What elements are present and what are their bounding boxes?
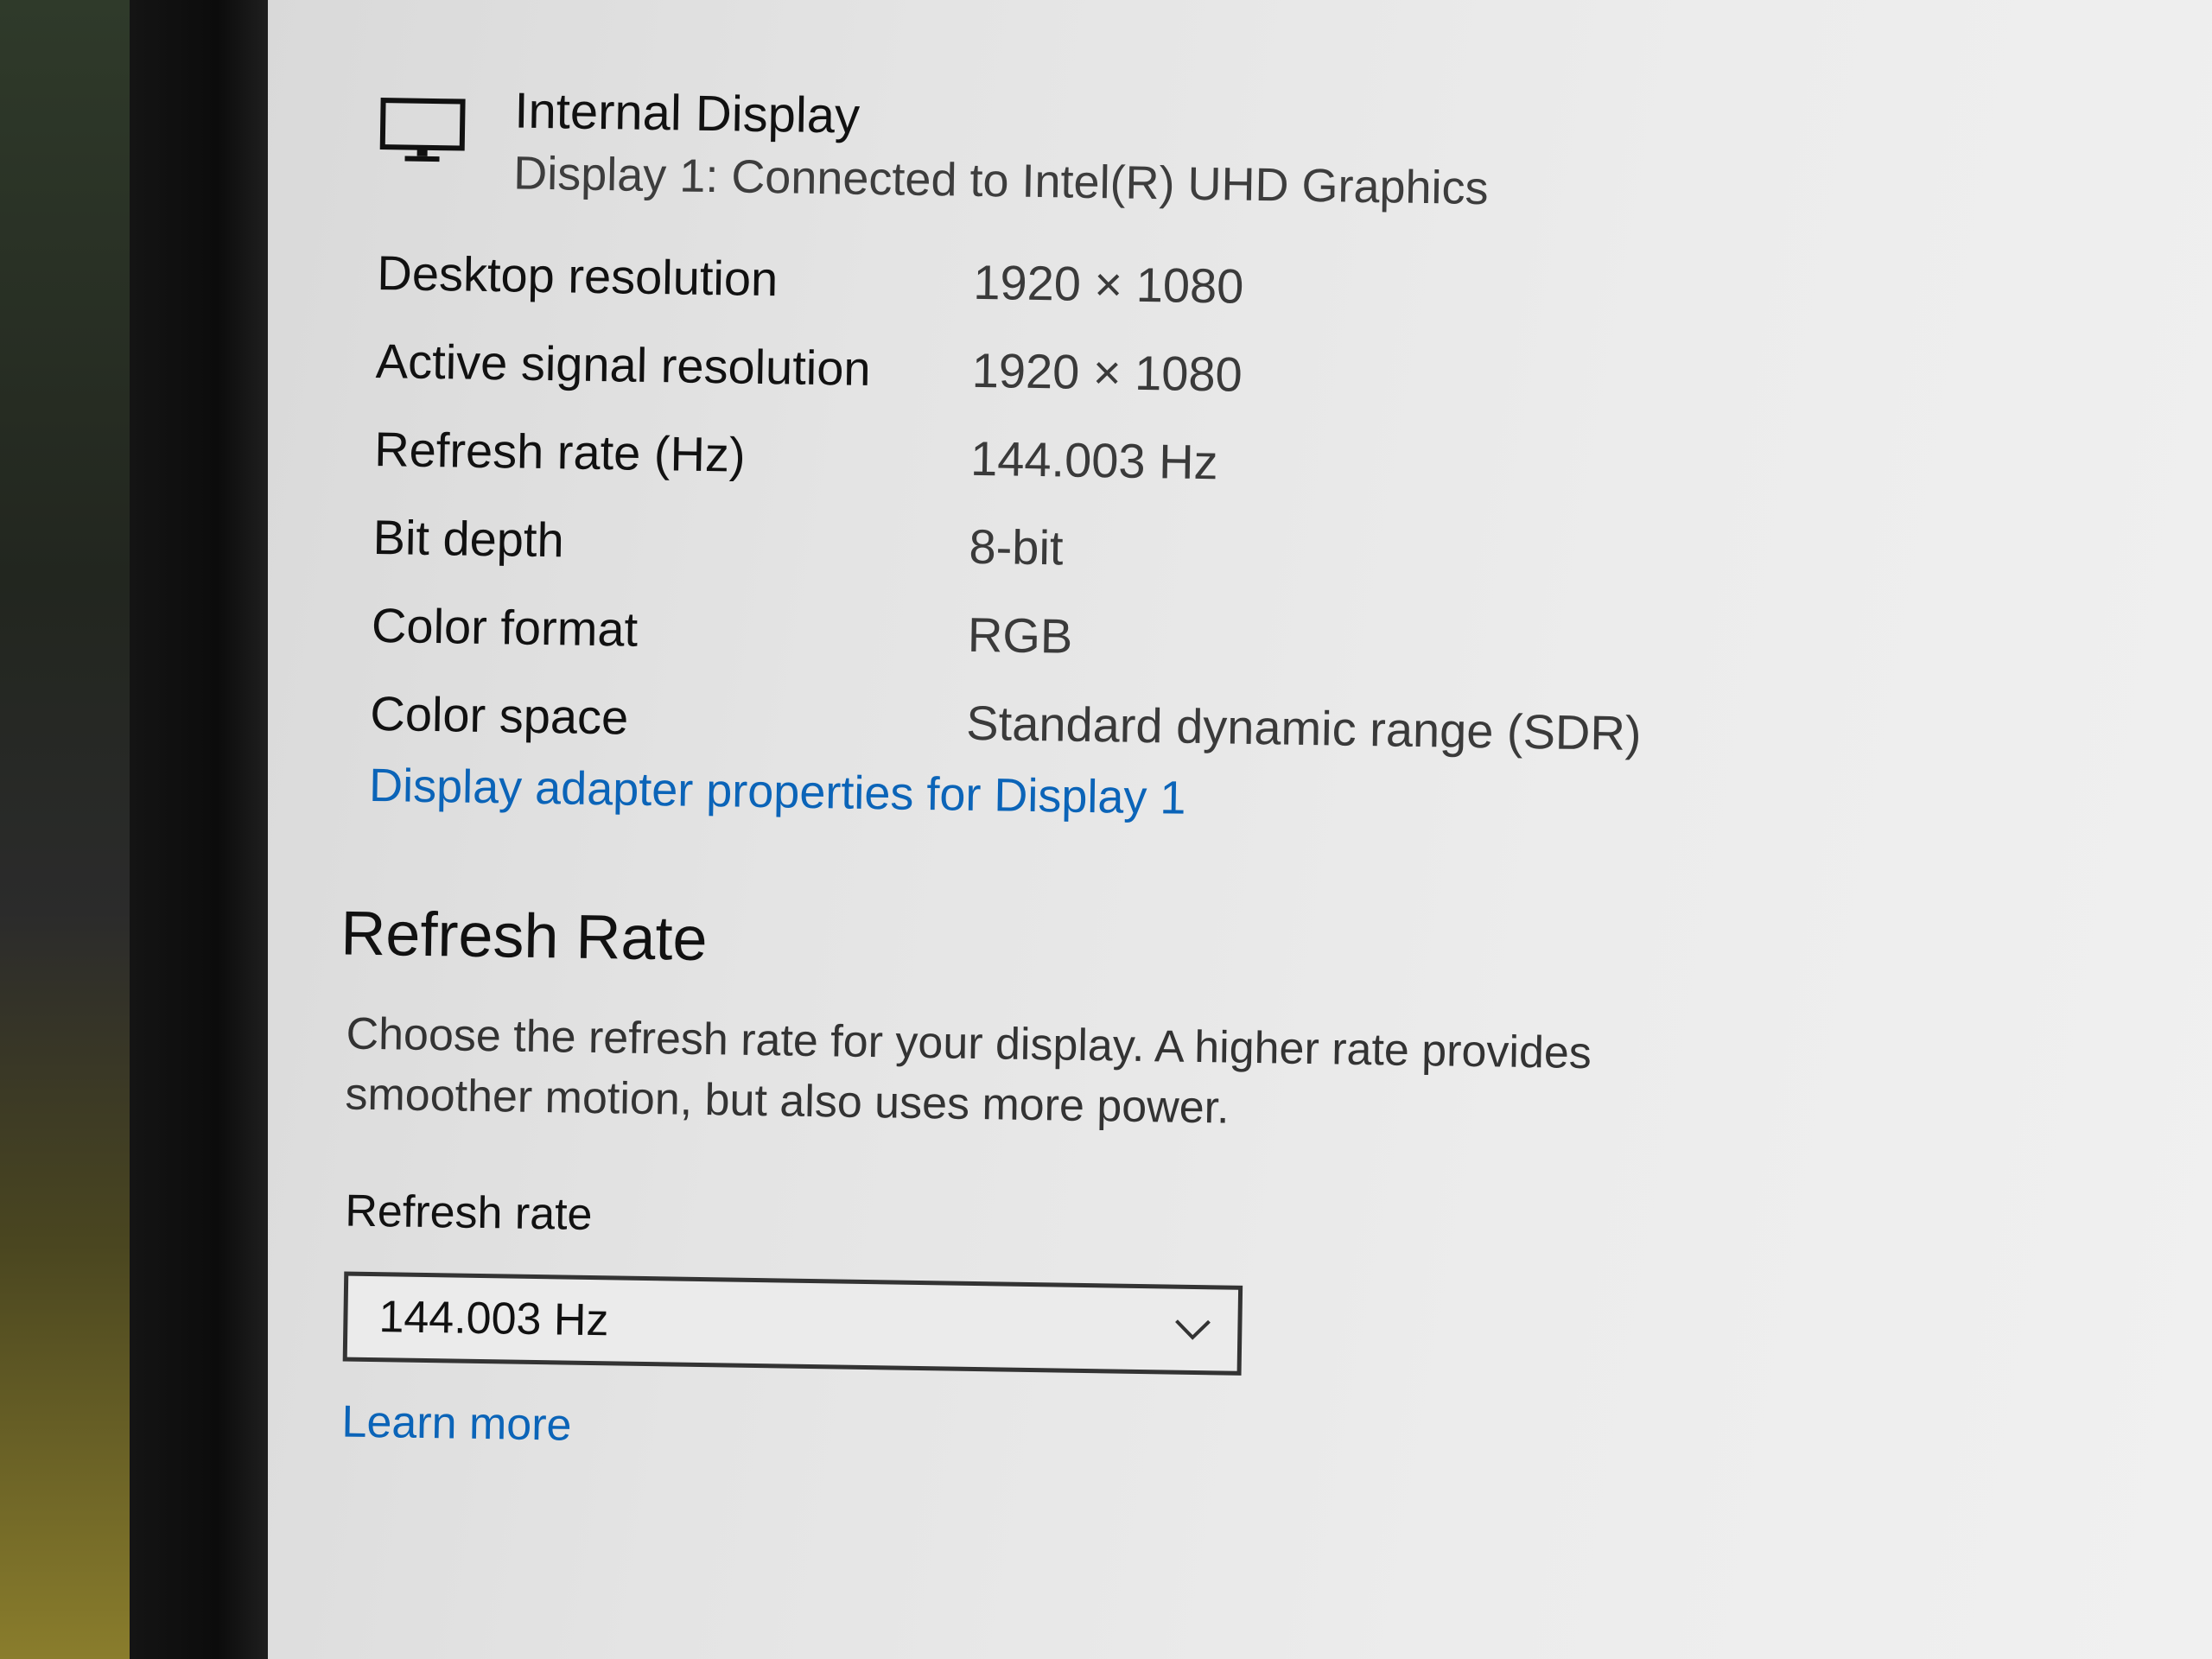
display-header: Internal Display Display 1: Connected to… (378, 78, 2022, 228)
property-label: Color format (371, 597, 639, 657)
refresh-rate-heading: Refresh Rate (340, 899, 709, 975)
property-value: 8-bit (969, 518, 1064, 575)
property-label: Refresh rate (Hz) (373, 421, 747, 482)
property-value: 1920 × 1080 (972, 254, 1244, 314)
chevron-down-icon (1175, 1319, 1211, 1340)
display-properties: Desktop resolution 1920 × 1080 Active si… (370, 228, 2019, 783)
property-label: Desktop resolution (376, 245, 779, 306)
monitor-icon (379, 98, 466, 162)
monitor-bezel (130, 0, 276, 1659)
refresh-rate-dropdown[interactable]: 144.003 Hz (342, 1271, 1243, 1376)
display-header-text: Internal Display Display 1: Connected to… (513, 79, 1491, 219)
property-label: Active signal resolution (375, 333, 872, 396)
refresh-rate-field-label: Refresh rate (344, 1185, 593, 1241)
advanced-display-settings: Internal Display Display 1: Connected to… (340, 78, 2022, 1474)
desk-background (0, 0, 130, 1659)
property-value: RGB (967, 607, 1073, 664)
refresh-rate-selected-value: 144.003 Hz (378, 1292, 609, 1346)
property-label: Bit depth (372, 509, 565, 567)
property-label: Color space (369, 685, 629, 745)
property-value: 1920 × 1080 (971, 342, 1243, 402)
refresh-rate-description: Choose the refresh rate for your display… (345, 1008, 1592, 1134)
property-value: Standard dynamic range (SDR) (965, 695, 1643, 760)
property-value: 144.003 Hz (969, 430, 1219, 489)
